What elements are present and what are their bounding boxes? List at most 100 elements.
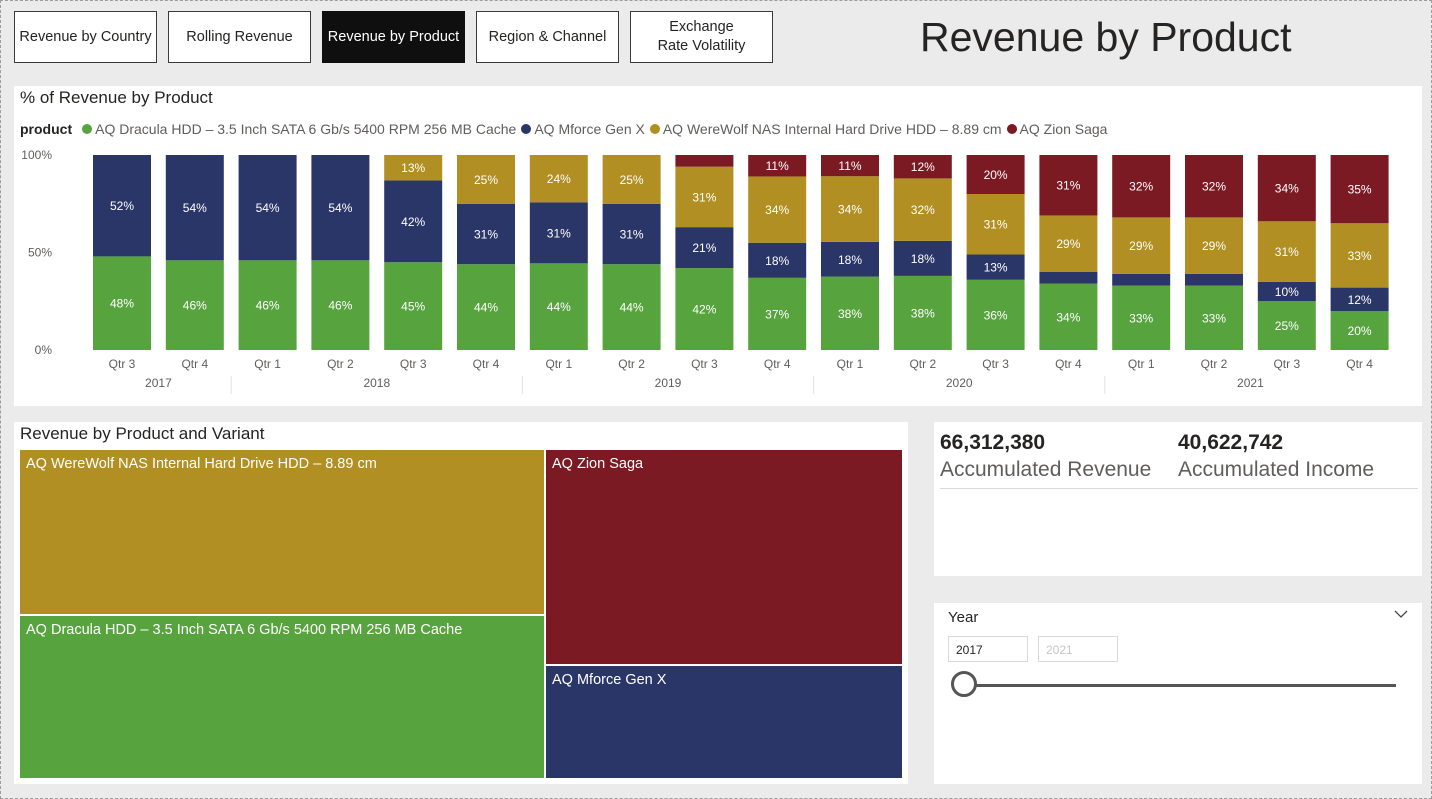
data-label: 45%	[401, 300, 425, 314]
x-group-label: 2021	[1237, 376, 1264, 390]
data-label: 31%	[1056, 179, 1080, 193]
x-tick-label: Qtr 3	[109, 357, 136, 371]
data-label: 34%	[838, 203, 862, 217]
data-label: 29%	[1056, 237, 1080, 251]
data-label: 31%	[547, 226, 571, 240]
data-label: 20%	[984, 168, 1008, 182]
nav-button-exchange-rate-volatility[interactable]: Exchange Rate Volatility	[630, 11, 773, 63]
start-year-input[interactable]: 2017	[948, 636, 1028, 662]
data-label: 46%	[328, 299, 352, 313]
nav-button-region-channel[interactable]: Region & Channel	[476, 11, 619, 63]
x-tick-label: Qtr 4	[181, 357, 208, 371]
nav-button-rolling-revenue[interactable]: Rolling Revenue	[168, 11, 311, 63]
x-tick-label: Qtr 2	[618, 357, 645, 371]
data-label: 32%	[911, 203, 935, 217]
data-label: 52%	[110, 199, 134, 213]
data-label: 46%	[183, 299, 207, 313]
x-tick-label: Qtr 1	[1128, 357, 1155, 371]
data-label: 12%	[911, 160, 935, 174]
data-label: 29%	[1202, 239, 1226, 253]
data-label: 54%	[183, 201, 207, 215]
data-label: 44%	[620, 301, 644, 315]
x-tick-label: Qtr 4	[1346, 357, 1373, 371]
x-tick-label: Qtr 3	[691, 357, 718, 371]
data-label: 33%	[1348, 249, 1372, 263]
data-label: 54%	[328, 201, 352, 215]
data-label: 29%	[1129, 239, 1153, 253]
treemap-cell-dracula[interactable]: AQ Dracula HDD – 3.5 Inch SATA 6 Gb/s 54…	[19, 615, 545, 779]
divider	[940, 488, 1418, 489]
x-tick-label: Qtr 1	[837, 357, 864, 371]
data-label: 11%	[766, 159, 789, 173]
data-label: 25%	[620, 173, 644, 187]
y-tick-label: 0%	[35, 343, 53, 357]
x-tick-label: Qtr 4	[1055, 357, 1082, 371]
data-label: 31%	[620, 227, 644, 241]
data-label: 38%	[911, 306, 935, 320]
x-tick-label: Qtr 3	[400, 357, 427, 371]
data-label: 25%	[474, 173, 498, 187]
page-title: Revenue by Product	[920, 14, 1292, 60]
data-label: 34%	[765, 203, 789, 217]
data-label: 46%	[256, 299, 280, 313]
x-tick-label: Qtr 2	[1201, 357, 1228, 371]
slicer-title: Year	[948, 609, 979, 626]
data-label: 33%	[1202, 311, 1226, 325]
data-label: 13%	[401, 161, 425, 175]
slider-track[interactable]	[964, 684, 1396, 687]
data-label: 32%	[1129, 180, 1153, 194]
data-label: 13%	[984, 261, 1008, 275]
data-label: 25%	[1275, 319, 1299, 333]
data-label: 31%	[1275, 245, 1299, 259]
kpi-revenue-label: Accumulated Revenue	[940, 458, 1152, 481]
nav-button-revenue-by-country[interactable]: Revenue by Country	[14, 11, 157, 63]
data-label: 38%	[838, 307, 862, 321]
data-label: 31%	[984, 218, 1008, 232]
data-label: 32%	[1202, 180, 1226, 194]
x-tick-label: Qtr 3	[1273, 357, 1300, 371]
data-label: 21%	[692, 241, 716, 255]
treemap-title: Revenue by Product and Variant	[20, 424, 265, 443]
data-label: 48%	[110, 297, 134, 311]
kpi-income-value: 40,622,742	[1178, 431, 1284, 454]
data-label: 10%	[1275, 285, 1299, 299]
y-tick-label: 50%	[28, 246, 52, 260]
data-label: 36%	[984, 308, 1008, 322]
data-label: 20%	[1348, 324, 1372, 338]
nav-button-revenue-by-product[interactable]: Revenue by Product	[322, 11, 465, 63]
data-label: 42%	[401, 215, 425, 229]
data-label: 31%	[474, 227, 498, 241]
chart-panel: % of Revenue by Product product AQ Dracu…	[14, 86, 1422, 406]
data-label: 44%	[547, 300, 571, 314]
x-tick-label: Qtr 3	[982, 357, 1009, 371]
data-label: 35%	[1348, 183, 1372, 197]
treemap-label: AQ WereWolf NAS Internal Hard Drive HDD …	[26, 456, 377, 472]
treemap-label: AQ Mforce Gen X	[552, 672, 667, 688]
x-group-label: 2018	[363, 376, 390, 390]
bar-segment[interactable]	[1039, 272, 1098, 284]
slider-handle[interactable]	[951, 671, 977, 697]
treemap-label: AQ Dracula HDD – 3.5 Inch SATA 6 Gb/s 54…	[26, 622, 463, 638]
data-label: 18%	[765, 254, 789, 268]
x-tick-label: Qtr 2	[909, 357, 936, 371]
data-label: 18%	[911, 252, 935, 266]
end-year-input[interactable]: 2021	[1038, 636, 1118, 662]
treemap-cell-werewolf[interactable]: AQ WereWolf NAS Internal Hard Drive HDD …	[19, 449, 545, 615]
bar-segment[interactable]	[1185, 273, 1243, 286]
data-label: 18%	[838, 253, 862, 267]
treemap-cell-zion[interactable]: AQ Zion Saga	[545, 449, 903, 665]
data-label: 12%	[1348, 293, 1372, 307]
x-group-label: 2019	[655, 376, 682, 390]
data-label: 42%	[692, 303, 716, 317]
chevron-down-icon[interactable]	[1394, 609, 1408, 619]
x-tick-label: Qtr 2	[327, 357, 354, 371]
x-tick-label: Qtr 1	[545, 357, 572, 371]
treemap-panel: Revenue by Product and Variant AQ WereWo…	[14, 422, 908, 784]
bar-segment[interactable]	[1112, 273, 1171, 286]
bar-segment[interactable]	[675, 155, 734, 167]
data-label: 33%	[1129, 311, 1153, 325]
x-group-label: 2017	[145, 376, 172, 390]
treemap-cell-mforce[interactable]: AQ Mforce Gen X	[545, 665, 903, 779]
kpi-panel: 66,312,380 Accumulated Revenue 40,622,74…	[934, 422, 1422, 576]
x-tick-label: Qtr 1	[254, 357, 281, 371]
